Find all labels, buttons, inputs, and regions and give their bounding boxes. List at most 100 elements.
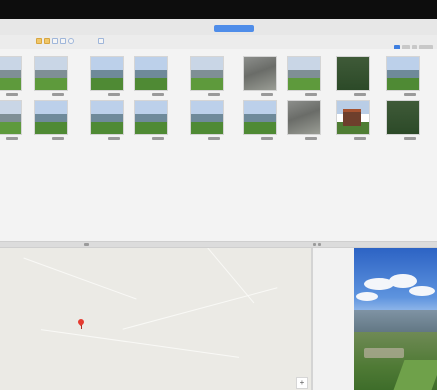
thumbnail-caption xyxy=(108,137,120,140)
zoom-in-button[interactable]: + xyxy=(296,377,308,389)
thumbnail-image xyxy=(91,122,123,134)
thumbnail-caption xyxy=(305,137,317,140)
thumbnail-image xyxy=(91,70,123,79)
photo-thumbnail[interactable] xyxy=(243,100,277,135)
thumbnail-caption xyxy=(404,137,416,140)
thumbnail-image xyxy=(91,101,123,115)
thumbnail-image xyxy=(244,122,276,134)
photo-thumbnail[interactable] xyxy=(0,56,22,91)
preview-cloud xyxy=(389,274,417,288)
thumbnail-caption xyxy=(261,137,273,140)
photo-thumbnail[interactable] xyxy=(336,56,370,91)
preview-town xyxy=(364,348,404,358)
splitter-grip[interactable] xyxy=(313,243,316,246)
thumbnail-image xyxy=(135,114,167,123)
photo-thumbnail[interactable] xyxy=(34,56,68,91)
thumbnail-image xyxy=(35,78,67,90)
thumbnail-image xyxy=(191,57,223,71)
thumbnail-image xyxy=(191,101,223,115)
link-icon[interactable] xyxy=(68,38,74,44)
photo-thumbnail[interactable] xyxy=(34,100,68,135)
splitter-grip[interactable] xyxy=(84,243,89,246)
thumbnail-image xyxy=(91,78,123,90)
thumbnail-image xyxy=(0,57,21,71)
thumbnail-image xyxy=(288,57,320,71)
thumbnail-image xyxy=(135,57,167,71)
photo-thumbnail[interactable] xyxy=(90,100,124,135)
preview-cloud xyxy=(356,292,378,301)
photo-thumbnail[interactable] xyxy=(90,56,124,91)
photo-thumbnail[interactable] xyxy=(190,56,224,91)
splitter-grip[interactable] xyxy=(318,243,321,246)
thumbnail-image xyxy=(244,57,276,90)
photo-thumbnail[interactable] xyxy=(243,56,277,91)
thumbnail-caption xyxy=(208,137,220,140)
thumbnail-image xyxy=(191,122,223,134)
thumbnail-caption xyxy=(6,93,18,96)
photo-thumbnail[interactable] xyxy=(287,100,321,135)
thumbnail-image xyxy=(288,101,320,134)
thumbnail-caption xyxy=(152,93,164,96)
thumbnail-image xyxy=(35,57,67,71)
pane-divider[interactable] xyxy=(0,241,437,248)
thumbnail-image xyxy=(244,114,276,123)
thumbnail-image xyxy=(135,70,167,79)
map-view[interactable]: + xyxy=(0,248,311,390)
photo-thumbnail[interactable] xyxy=(386,100,420,135)
map-road xyxy=(40,329,240,358)
thumbnail-image xyxy=(387,78,419,90)
photo-thumbnail[interactable] xyxy=(190,100,224,135)
thumbnail-image xyxy=(135,101,167,115)
thumbnail-caption xyxy=(305,93,317,96)
thumbnail-image xyxy=(191,70,223,79)
thumbnail-caption xyxy=(6,137,18,140)
thumbnail-image xyxy=(135,78,167,90)
map-road xyxy=(122,287,278,330)
thumbnail-image xyxy=(0,78,21,90)
photo-thumbnail[interactable] xyxy=(336,100,370,135)
image-icon[interactable] xyxy=(98,38,104,44)
copy-icon[interactable] xyxy=(52,38,58,44)
photo-thumbnail[interactable] xyxy=(134,56,168,91)
photo-thumbnail[interactable] xyxy=(0,100,22,135)
thumbnail-caption xyxy=(354,137,366,140)
thumbnail-image xyxy=(135,122,167,134)
photo-thumbnail[interactable] xyxy=(386,56,420,91)
location-pin-stem xyxy=(81,325,82,329)
thumbnail-image xyxy=(0,114,21,123)
thumbnail-image xyxy=(288,70,320,79)
thumbnail-caption xyxy=(108,93,120,96)
thumbnail-caption xyxy=(52,137,64,140)
map-road xyxy=(23,257,137,300)
thumbnail-caption xyxy=(261,93,273,96)
thumbnail-image xyxy=(387,101,419,134)
thumbnail-caption xyxy=(208,93,220,96)
folder-icon[interactable] xyxy=(44,38,50,44)
photo-thumbnail[interactable] xyxy=(287,56,321,91)
thumbnail-image xyxy=(387,70,419,79)
thumbnail-image xyxy=(191,114,223,123)
photo-preview[interactable] xyxy=(354,248,437,390)
folder-icon[interactable] xyxy=(36,38,42,44)
toolbar xyxy=(0,35,437,49)
mode-badge[interactable] xyxy=(214,25,254,32)
refresh-icon[interactable] xyxy=(60,38,66,44)
preview-cloud xyxy=(409,286,435,296)
thumbnail-caption xyxy=(52,93,64,96)
thumbnail-image xyxy=(0,101,21,115)
thumbnail-image xyxy=(244,101,276,115)
thumbnail-image xyxy=(35,101,67,115)
info-panel xyxy=(313,248,354,390)
thumbnail-image xyxy=(91,114,123,123)
thumbnail-image xyxy=(343,109,361,126)
thumbnail-image xyxy=(35,70,67,79)
photo-thumbnail[interactable] xyxy=(134,100,168,135)
thumbnail-image xyxy=(0,122,21,134)
thumbnail-caption xyxy=(404,93,416,96)
thumbnail-image xyxy=(387,57,419,71)
window-titlebar xyxy=(0,19,437,36)
thumbnail-image xyxy=(337,57,369,90)
thumbnail-image xyxy=(35,122,67,134)
thumbnail-image xyxy=(288,78,320,90)
thumbnail-caption xyxy=(152,137,164,140)
